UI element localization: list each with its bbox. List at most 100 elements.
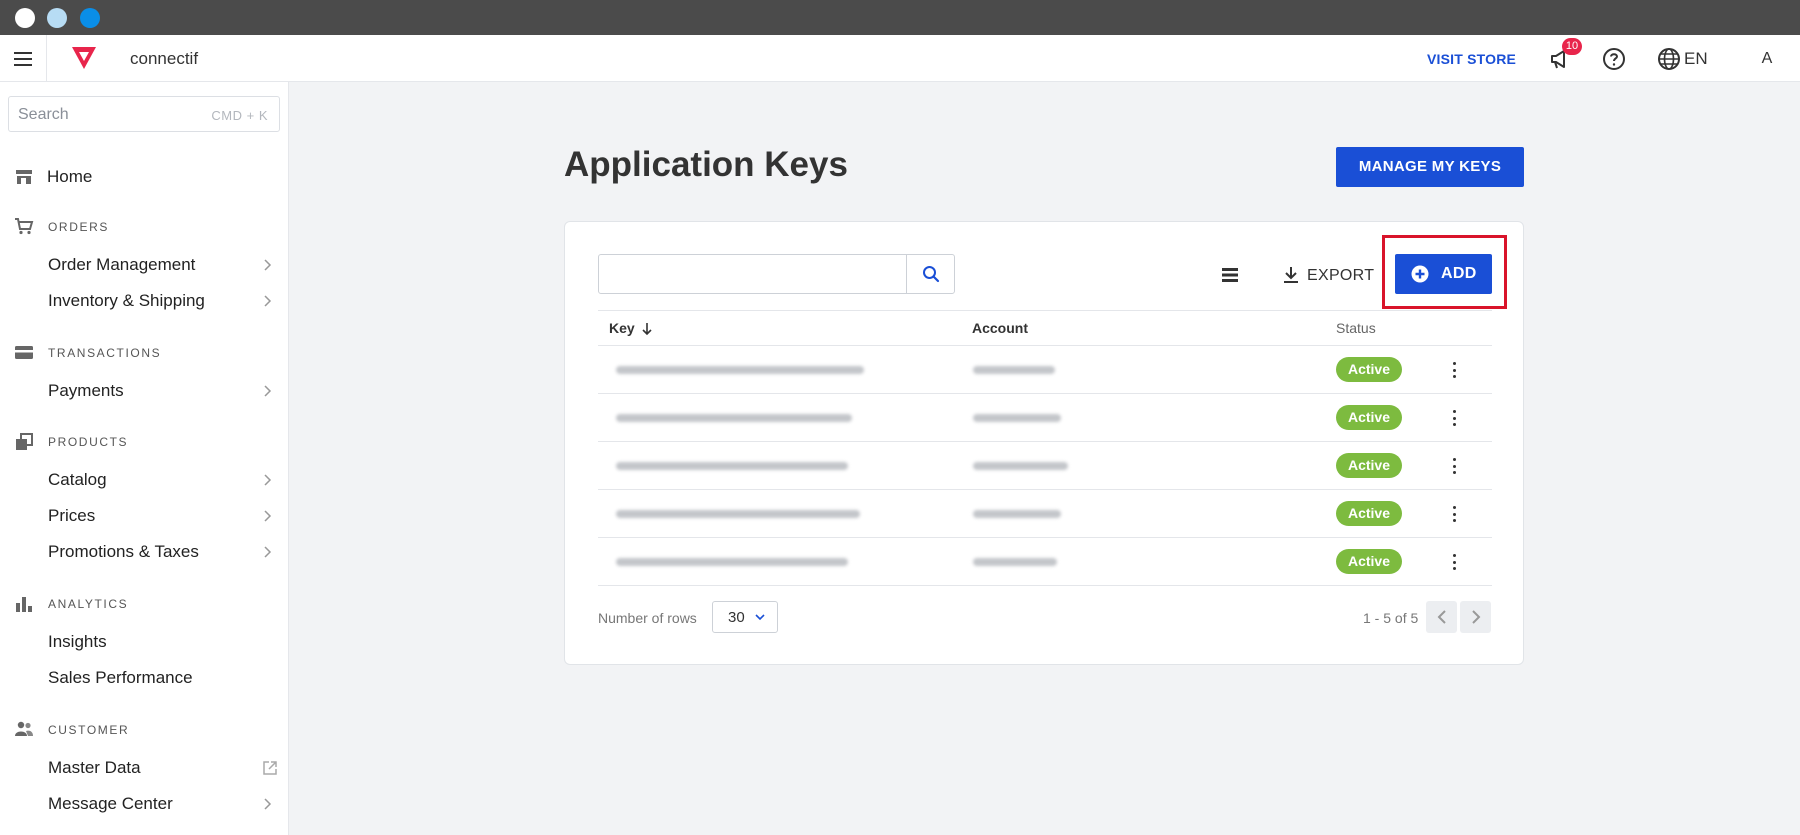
sidebar-item-label: Message Center <box>48 794 173 813</box>
sidebar-search-input[interactable]: Search CMD + K <box>8 96 280 132</box>
rows-per-page-label: Number of rows <box>598 610 697 626</box>
chevron-right-icon <box>264 385 272 397</box>
help-icon[interactable] <box>1602 47 1626 71</box>
chevron-right-icon <box>264 546 272 558</box>
redacted-account <box>973 414 1061 422</box>
sidebar-item-label: Master Data <box>48 758 141 777</box>
table-row[interactable]: Active <box>598 394 1492 442</box>
sidebar-item-catalog[interactable]: Catalog <box>0 465 289 495</box>
status-badge: Active <box>1336 453 1402 478</box>
sidebar-item-sales-performance[interactable]: Sales Performance <box>0 663 289 693</box>
chevron-right-icon <box>1471 610 1480 624</box>
rows-per-page-select[interactable]: 30 <box>712 601 778 633</box>
section-title-customer: CUSTOMER <box>48 723 130 737</box>
column-header-status: Status <box>1336 320 1376 336</box>
avatar[interactable]: A <box>1753 45 1781 73</box>
redacted-key <box>616 366 864 374</box>
export-label: EXPORT <box>1307 267 1375 284</box>
table-row[interactable]: Active <box>598 442 1492 490</box>
sidebar-item-label: Payments <box>48 381 124 400</box>
status-badge: Active <box>1336 501 1402 526</box>
sidebar-item-label: Promotions & Taxes <box>48 542 199 561</box>
sidebar-item-inventory-shipping[interactable]: Inventory & Shipping <box>0 286 289 316</box>
column-header-account: Account <box>972 320 1028 336</box>
top-bar: connectif VISIT STORE 10 EN A <box>0 35 1800 82</box>
download-icon <box>1284 267 1298 283</box>
cart-icon <box>15 218 34 235</box>
row-actions-icon[interactable] <box>1450 408 1458 428</box>
table-row[interactable]: Active <box>598 490 1492 538</box>
pagination-range: 1 - 5 of 5 <box>1363 610 1419 626</box>
sidebar-item-order-management[interactable]: Order Management <box>0 250 289 280</box>
add-label: ADD <box>1441 265 1477 282</box>
sort-descending-icon[interactable] <box>641 322 653 336</box>
search-placeholder: Search <box>18 106 69 123</box>
redacted-key <box>616 558 848 566</box>
sidebar-item-message-center[interactable]: Message Center <box>0 789 289 819</box>
sidebar-item-insights[interactable]: Insights <box>0 627 289 657</box>
next-page-button[interactable] <box>1460 601 1491 633</box>
status-badge: Active <box>1336 405 1402 430</box>
products-icon <box>16 433 33 450</box>
density-icon[interactable] <box>1222 268 1238 282</box>
chevron-right-icon <box>264 259 272 271</box>
redacted-key <box>616 462 848 470</box>
globe-icon[interactable] <box>1657 47 1681 71</box>
table-search-input[interactable] <box>598 254 955 294</box>
row-actions-icon[interactable] <box>1450 552 1458 572</box>
redacted-account <box>973 462 1068 470</box>
chevron-down-icon <box>755 614 765 621</box>
chevron-right-icon <box>264 295 272 307</box>
column-header-key[interactable]: Key <box>609 320 635 336</box>
redacted-key <box>616 414 852 422</box>
menu-toggle-button[interactable] <box>0 35 47 82</box>
sidebar-item-promotions-taxes[interactable]: Promotions & Taxes <box>0 537 289 567</box>
sidebar-item-master-data[interactable]: Master Data <box>0 753 289 783</box>
plus-circle-icon <box>1411 265 1429 283</box>
external-link-icon <box>263 761 277 775</box>
sidebar: Search CMD + K Home ORDERS Order Managem… <box>0 82 289 835</box>
status-badge: Active <box>1336 549 1402 574</box>
rows-per-page-value: 30 <box>728 609 745 626</box>
sidebar-item-label: Insights <box>48 632 107 651</box>
store-name: connectif <box>130 49 199 68</box>
section-title-analytics: ANALYTICS <box>48 597 129 611</box>
row-actions-icon[interactable] <box>1450 456 1458 476</box>
window-maximize-button[interactable] <box>80 8 100 28</box>
section-title-transactions: TRANSACTIONS <box>48 346 162 360</box>
redacted-account <box>973 558 1057 566</box>
table-header: Key Account Status <box>598 310 1492 346</box>
sidebar-item-home[interactable]: Home <box>0 162 289 192</box>
table-search-button[interactable] <box>906 255 954 293</box>
search-shortcut-hint: CMD + K <box>211 108 268 123</box>
row-actions-icon[interactable] <box>1450 504 1458 524</box>
redacted-account <box>973 366 1055 374</box>
add-key-button[interactable]: ADD <box>1395 254 1492 294</box>
table-row[interactable]: Active <box>598 346 1492 394</box>
redacted-key <box>616 510 860 518</box>
chevron-left-icon <box>1437 610 1446 624</box>
sidebar-item-label: Home <box>47 167 93 186</box>
previous-page-button[interactable] <box>1426 601 1457 633</box>
keys-table-card: EXPORT ADD Key Account Status Active Act… <box>564 221 1524 665</box>
window-close-button[interactable] <box>15 8 35 28</box>
status-badge: Active <box>1336 357 1402 382</box>
language-selector[interactable]: EN <box>1684 49 1708 69</box>
sidebar-item-payments[interactable]: Payments <box>0 376 289 406</box>
sidebar-item-label: Prices <box>48 506 96 525</box>
section-title-products: PRODUCTS <box>48 435 129 449</box>
table-row[interactable]: Active <box>598 538 1492 586</box>
sidebar-item-prices[interactable]: Prices <box>0 501 289 531</box>
row-actions-icon[interactable] <box>1450 360 1458 380</box>
section-title-orders: ORDERS <box>48 220 109 234</box>
page-title: Application Keys <box>564 145 848 184</box>
window-minimize-button[interactable] <box>47 8 67 28</box>
bar-chart-icon <box>16 597 32 612</box>
sidebar-item-label: Sales Performance <box>48 668 193 687</box>
manage-my-keys-button[interactable]: MANAGE MY KEYS <box>1336 147 1524 187</box>
vtex-logo-icon[interactable] <box>70 46 98 70</box>
visit-store-link[interactable]: VISIT STORE <box>1427 51 1516 67</box>
store-icon <box>16 170 32 184</box>
sidebar-item-label: Order Management <box>48 255 196 274</box>
sidebar-item-label: Inventory & Shipping <box>48 291 205 310</box>
